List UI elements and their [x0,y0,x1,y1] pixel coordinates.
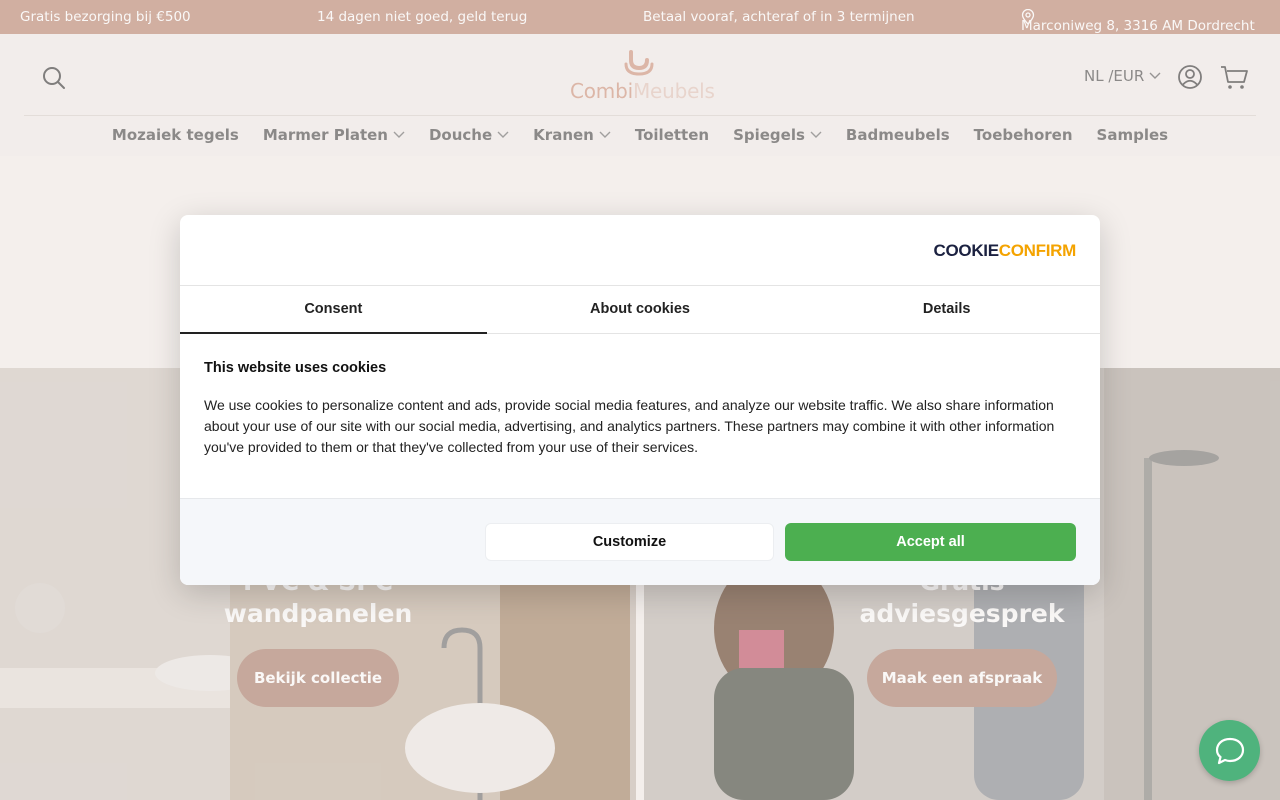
logo-cookie-text: COOKIE [933,241,1000,260]
tab-details[interactable]: Details [793,286,1100,333]
logo-confirm-text: CONFIRM [998,241,1077,260]
cookie-actions: Customize Accept all [180,498,1100,585]
cookie-consent-dialog: COOKIECONFIRM Consent About cookies Deta… [180,215,1100,585]
cookie-description: We use cookies to personalize content an… [204,397,1055,455]
cookie-heading: This website uses cookies [204,360,387,376]
chat-button[interactable] [1199,720,1260,781]
cookie-tabs: Consent About cookies Details [180,285,1100,334]
tab-consent[interactable]: Consent [180,286,487,334]
customize-button[interactable]: Customize [485,523,774,561]
cookieconfirm-logo: COOKIECONFIRM [934,241,1077,261]
tab-about-cookies[interactable]: About cookies [487,286,794,333]
chat-bubble-icon [1215,737,1244,764]
accept-all-button[interactable]: Accept all [785,523,1076,561]
